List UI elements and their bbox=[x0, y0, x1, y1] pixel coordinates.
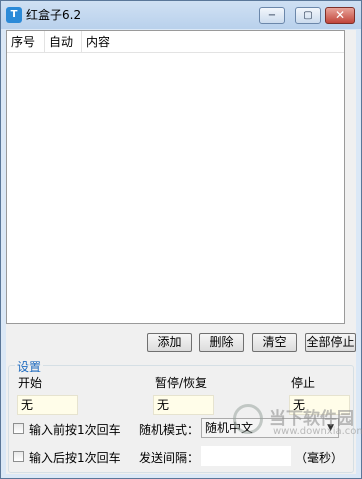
add-button[interactable]: 添加 bbox=[147, 333, 192, 352]
app-icon: T bbox=[6, 7, 22, 23]
column-header-content[interactable]: 内容 bbox=[82, 31, 142, 53]
watermark-url: www.downxia.com bbox=[273, 426, 362, 437]
pause-hotkey-field[interactable]: 无 bbox=[153, 395, 214, 415]
column-header-index[interactable]: 序号 bbox=[7, 31, 45, 53]
maximize-button[interactable]: ▢ bbox=[295, 7, 321, 24]
maximize-icon: ▢ bbox=[303, 10, 313, 21]
delete-button[interactable]: 删除 bbox=[199, 333, 244, 352]
enter-after-label[interactable]: 输入后按1次回车 bbox=[29, 449, 121, 466]
column-header-auto[interactable]: 自动 bbox=[45, 31, 82, 53]
list-header: 序号 自动 内容 bbox=[7, 31, 344, 53]
close-icon: ✕ bbox=[334, 8, 346, 22]
enter-after-checkbox[interactable] bbox=[13, 451, 24, 462]
task-list[interactable]: 序号 自动 内容 bbox=[6, 30, 345, 324]
stop-label: 停止 bbox=[291, 376, 316, 390]
settings-group-title: 设置 bbox=[15, 358, 44, 375]
send-interval-unit: （毫秒） bbox=[295, 451, 344, 465]
title-bar[interactable]: T 红盒子6.2 − ▢ ✕ bbox=[1, 1, 361, 29]
clear-button[interactable]: 清空 bbox=[252, 333, 297, 352]
minimize-button[interactable]: − bbox=[259, 7, 285, 24]
random-mode-label: 随机模式： bbox=[139, 423, 200, 437]
window-title: 红盒子6.2 bbox=[26, 8, 82, 22]
enter-before-label[interactable]: 输入前按1次回车 bbox=[29, 421, 121, 438]
start-hotkey-field[interactable]: 无 bbox=[17, 395, 78, 415]
watermark: 当下软件园 www.downxia.com bbox=[233, 404, 362, 440]
main-window: T 红盒子6.2 − ▢ ✕ 序号 自动 内容 添加 删除 清空 全部停止 设置… bbox=[0, 0, 362, 479]
close-button[interactable]: ✕ bbox=[325, 7, 355, 24]
stop-all-button[interactable]: 全部停止 bbox=[305, 333, 356, 352]
send-interval-label: 发送间隔： bbox=[139, 451, 200, 465]
minimize-icon: − bbox=[267, 10, 277, 21]
watermark-logo-icon bbox=[233, 404, 263, 434]
send-interval-field[interactable] bbox=[201, 446, 291, 466]
pause-label: 暂停/恢复 bbox=[155, 376, 208, 390]
start-label: 开始 bbox=[18, 376, 43, 390]
enter-before-checkbox[interactable] bbox=[13, 423, 24, 434]
